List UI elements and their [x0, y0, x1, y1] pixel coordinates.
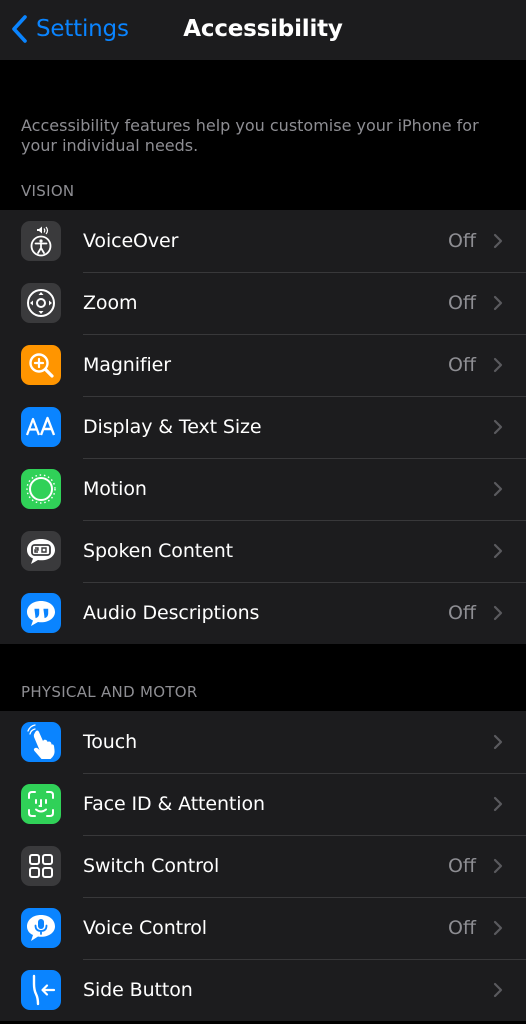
chevron-right-icon: [492, 232, 504, 250]
chevron-right-icon: [492, 480, 504, 498]
row-value: Off: [447, 855, 476, 877]
chevron-left-icon: [12, 15, 27, 43]
settings-row-voiceover[interactable]: VoiceOver Off: [0, 210, 526, 272]
chevron-right-icon: [492, 418, 504, 436]
row-label: Zoom: [83, 292, 138, 314]
row-value: Off: [447, 230, 476, 252]
audio-descriptions-icon: [21, 593, 61, 633]
row-value: Off: [447, 292, 476, 314]
row-value: Off: [447, 917, 476, 939]
row-label: Spoken Content: [83, 540, 234, 562]
settings-row-motion[interactable]: Motion: [0, 458, 526, 520]
settings-row-zoom[interactable]: Zoom Off: [0, 272, 526, 334]
navigation-bar: Settings Accessibility: [0, 0, 526, 60]
settings-row-voice-control[interactable]: Voice Control Off: [0, 897, 526, 959]
row-label: Touch: [83, 731, 138, 753]
row-divider: [83, 773, 526, 774]
settings-row-face-id-attention[interactable]: Face ID & Attention: [0, 773, 526, 835]
settings-row-side-button[interactable]: Side Button: [0, 959, 526, 1021]
touch-icon: [21, 722, 61, 762]
row-label: Side Button: [83, 979, 193, 1001]
row-label: Face ID & Attention: [83, 793, 265, 815]
row-label: VoiceOver: [83, 230, 179, 252]
back-button-label: Settings: [36, 16, 129, 42]
chevron-right-icon: [492, 919, 504, 937]
row-label: Magnifier: [83, 354, 171, 376]
row-value: Off: [447, 354, 476, 376]
chevron-right-icon: [492, 604, 504, 622]
magnifier-icon: [21, 345, 61, 385]
chevron-right-icon: [492, 356, 504, 374]
settings-row-magnifier[interactable]: Magnifier Off: [0, 334, 526, 396]
row-divider: [83, 835, 526, 836]
row-label: Motion: [83, 478, 147, 500]
chevron-right-icon: [492, 542, 504, 560]
spoken-content-icon: [21, 531, 61, 571]
motion-icon: [21, 469, 61, 509]
row-divider: [83, 582, 526, 583]
row-label: Voice Control: [83, 917, 207, 939]
intro-description: Accessibility features help you customis…: [21, 116, 479, 155]
section-header-vision: VISION: [21, 182, 75, 200]
display-text-size-icon: [21, 407, 61, 447]
row-divider: [83, 959, 526, 960]
chevron-right-icon: [492, 294, 504, 312]
settings-row-audio-descriptions[interactable]: Audio Descriptions Off: [0, 582, 526, 644]
voice-control-icon: [21, 908, 61, 948]
section-header-physical-motor: PHYSICAL AND MOTOR: [21, 683, 198, 701]
row-value: Off: [447, 602, 476, 624]
row-label: Display & Text Size: [83, 416, 262, 438]
row-divider: [83, 458, 526, 459]
side-button-icon: [21, 970, 61, 1010]
row-divider: [83, 396, 526, 397]
settings-row-touch[interactable]: Touch: [0, 711, 526, 773]
chevron-right-icon: [492, 795, 504, 813]
chevron-right-icon: [492, 981, 504, 999]
row-divider: [83, 897, 526, 898]
settings-group-physical-motor: Touch Face ID & Attention Switch Control…: [0, 711, 526, 1021]
chevron-right-icon: [492, 733, 504, 751]
row-divider: [83, 334, 526, 335]
face-id-icon: [21, 784, 61, 824]
switch-control-icon: [21, 846, 61, 886]
settings-row-switch-control[interactable]: Switch Control Off: [0, 835, 526, 897]
settings-row-display-text-size[interactable]: Display & Text Size: [0, 396, 526, 458]
settings-group-vision: VoiceOver Off Zoom Off Magnifier Off Dis…: [0, 210, 526, 644]
row-divider: [83, 520, 526, 521]
chevron-right-icon: [492, 857, 504, 875]
row-divider: [83, 272, 526, 273]
settings-row-spoken-content[interactable]: Spoken Content: [0, 520, 526, 582]
voiceover-icon: [21, 221, 61, 261]
row-label: Switch Control: [83, 855, 220, 877]
row-label: Audio Descriptions: [83, 602, 260, 624]
back-button[interactable]: Settings: [8, 10, 129, 48]
zoom-icon: [21, 283, 61, 323]
